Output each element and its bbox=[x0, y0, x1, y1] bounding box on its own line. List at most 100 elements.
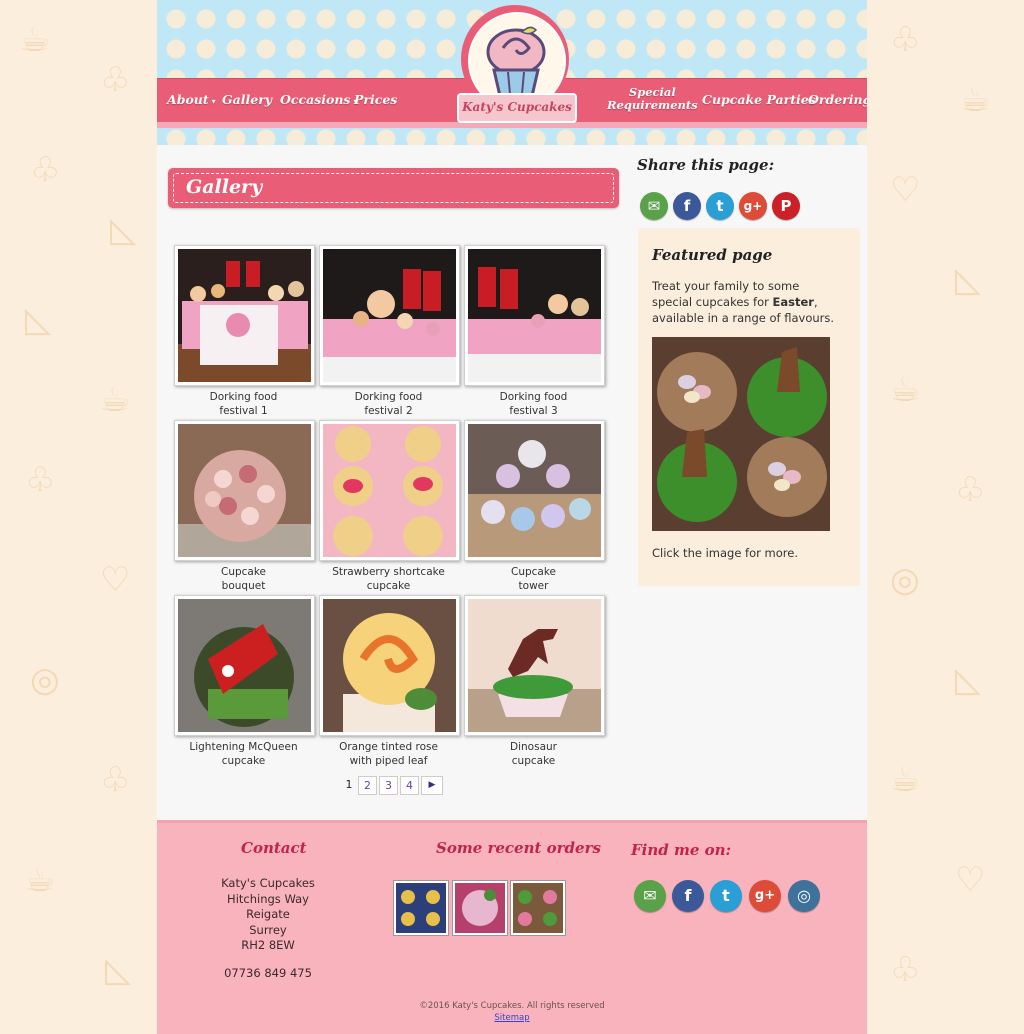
caption-line1: Strawberry shortcake bbox=[332, 566, 445, 578]
address-line: Hitchings Way bbox=[227, 891, 309, 906]
gallery-caption: Dorking food festival 3 bbox=[461, 391, 606, 418]
facebook-icon[interactable]: f bbox=[673, 192, 701, 220]
cake-doodle-icon: ◺ bbox=[955, 260, 982, 300]
gallery-thumbnail[interactable] bbox=[464, 420, 605, 561]
cake-doodle-icon: ◺ bbox=[110, 210, 137, 250]
heart-doodle-icon: ♡ bbox=[890, 170, 921, 210]
dinosaur-cupcake-photo bbox=[468, 599, 601, 732]
page-link-4[interactable]: 4 bbox=[400, 776, 419, 795]
caption-line2: festival 3 bbox=[509, 404, 558, 417]
nav-item-about-label: About bbox=[167, 92, 209, 107]
caption-line1: Dorking food bbox=[499, 391, 568, 403]
caption-line2: bouquet bbox=[221, 579, 266, 592]
nav-item-occasions[interactable]: Occasions ▾ bbox=[280, 92, 357, 107]
gallery-caption: Dinosaur cupcake bbox=[461, 741, 606, 768]
twitter-icon[interactable]: t bbox=[706, 192, 734, 220]
page-link-3[interactable]: 3 bbox=[379, 776, 398, 795]
email-icon[interactable]: ✉ bbox=[634, 880, 666, 912]
contact-phone: 07736 849 475 bbox=[224, 966, 312, 980]
cake-doodle-icon: ◺ bbox=[105, 950, 132, 990]
teapot-doodle-icon: ☕ bbox=[890, 370, 921, 410]
nav-item-prices[interactable]: Prices bbox=[354, 92, 397, 107]
nav-item-cupcake-parties[interactable]: Cupcake Parties bbox=[702, 92, 816, 107]
caption-line1: Lightening McQueen bbox=[189, 741, 298, 753]
gallery-caption: Cupcake tower bbox=[461, 566, 606, 593]
page-link-2[interactable]: 2 bbox=[358, 776, 377, 795]
cookie-doodle-icon: ◎ bbox=[30, 660, 60, 700]
caption-line2: festival 2 bbox=[364, 404, 413, 417]
cookie-doodle-icon: ◎ bbox=[890, 560, 920, 600]
heart-doodle-icon: ♡ bbox=[100, 560, 131, 600]
gallery-thumbnail[interactable] bbox=[174, 245, 315, 386]
address-line: Katy's Cupcakes bbox=[221, 876, 315, 890]
gallery-thumbnail[interactable] bbox=[174, 420, 315, 561]
next-page-icon[interactable]: ▶ bbox=[421, 776, 443, 795]
cupcake-doodle-icon: ♧ bbox=[25, 460, 56, 500]
email-icon[interactable]: ✉ bbox=[640, 192, 668, 220]
recent-order-thumbnail[interactable] bbox=[452, 880, 508, 936]
gallery-thumbnail[interactable] bbox=[464, 595, 605, 736]
food-festival-photo bbox=[468, 249, 601, 382]
teapot-doodle-icon: ☕ bbox=[100, 380, 131, 420]
teapot-doodle-icon: ☕ bbox=[25, 860, 56, 900]
strawberry-cupcake-photo bbox=[323, 424, 456, 557]
gallery-thumbnail[interactable] bbox=[464, 245, 605, 386]
easter-cupcakes-image[interactable] bbox=[652, 337, 830, 531]
cupcake-doodle-icon: ♧ bbox=[30, 150, 61, 190]
instagram-icon[interactable]: ◎ bbox=[788, 880, 820, 912]
site-footer: Contact Katy's Cupcakes Hitchings Way Re… bbox=[157, 820, 867, 1034]
caption-line2: with piped leaf bbox=[349, 754, 428, 767]
recent-order-thumbnail[interactable] bbox=[510, 880, 566, 936]
recent-orders-title: Some recent orders bbox=[436, 839, 601, 857]
site-header: About ▾ Gallery Occasions ▾ Prices Special… bbox=[157, 0, 867, 145]
caption-line2: festival 1 bbox=[219, 404, 268, 417]
nav-item-gallery[interactable]: Gallery bbox=[222, 92, 272, 107]
gallery-thumbnail[interactable] bbox=[319, 595, 460, 736]
google-plus-icon[interactable]: g+ bbox=[739, 192, 767, 220]
teapot-doodle-icon: ☕ bbox=[20, 20, 51, 60]
featured-page-box: Featured page Treat your family to some … bbox=[638, 228, 860, 586]
address-line: Surrey bbox=[249, 922, 287, 937]
cupcake-doodle-icon: ♧ bbox=[890, 20, 921, 60]
recent-order-photo bbox=[513, 883, 563, 933]
gallery-caption: Cupcake bouquet bbox=[171, 566, 316, 593]
cupcake-bouquet-photo bbox=[178, 424, 311, 557]
facebook-icon[interactable]: f bbox=[672, 880, 704, 912]
sitemap-link[interactable]: Sitemap bbox=[157, 1013, 867, 1023]
cake-doodle-icon: ◺ bbox=[25, 300, 52, 340]
page-container: About ▾ Gallery Occasions ▾ Prices Special… bbox=[157, 0, 867, 1034]
heart-doodle-icon: ♡ bbox=[955, 860, 986, 900]
gallery-caption: Orange tinted rose with piped leaf bbox=[316, 741, 461, 768]
page-title-box: Gallery bbox=[168, 168, 619, 208]
caption-line1: Cupcake bbox=[510, 566, 557, 578]
gallery-thumbnail[interactable] bbox=[319, 245, 460, 386]
teapot-doodle-icon: ☕ bbox=[960, 80, 991, 120]
food-festival-photo bbox=[178, 249, 311, 382]
cupcake-tower-photo bbox=[468, 424, 601, 557]
page-current: 1 bbox=[345, 778, 353, 791]
recent-order-thumbnail[interactable] bbox=[393, 880, 449, 936]
gallery-thumbnail[interactable] bbox=[174, 595, 315, 736]
pinterest-icon[interactable]: P bbox=[772, 192, 800, 220]
recent-order-photo bbox=[396, 883, 446, 933]
nav-item-ordering[interactable]: Ordering bbox=[808, 92, 867, 107]
caption-line1: Dorking food bbox=[209, 391, 278, 403]
gallery-thumbnail[interactable] bbox=[319, 420, 460, 561]
copyright: ©2016 Katy's Cupcakes. All rights reserv… bbox=[419, 1001, 605, 1011]
orange-rose-cupcake-photo bbox=[323, 599, 456, 732]
caption-line2: cupcake bbox=[366, 579, 411, 592]
site-logo[interactable]: Katy's Cupcakes bbox=[457, 5, 577, 125]
find-me-title: Find me on: bbox=[631, 841, 732, 859]
caption-line2: cupcake bbox=[221, 754, 266, 767]
featured-title: Featured page bbox=[652, 246, 773, 264]
cake-doodle-icon: ◺ bbox=[955, 660, 982, 700]
twitter-icon[interactable]: t bbox=[710, 880, 742, 912]
chevron-down-icon: ▾ bbox=[211, 95, 216, 106]
caption-line2: cupcake bbox=[511, 754, 556, 767]
nav-item-about[interactable]: About ▾ bbox=[167, 92, 216, 107]
nav-item-special-requirements[interactable]: Special Requirements bbox=[607, 86, 698, 112]
address-line: RH2 8EW bbox=[241, 938, 295, 952]
google-plus-icon[interactable]: g+ bbox=[749, 880, 781, 912]
caption-line2: tower bbox=[518, 579, 549, 592]
cupcake-doodle-icon: ♧ bbox=[955, 470, 986, 510]
